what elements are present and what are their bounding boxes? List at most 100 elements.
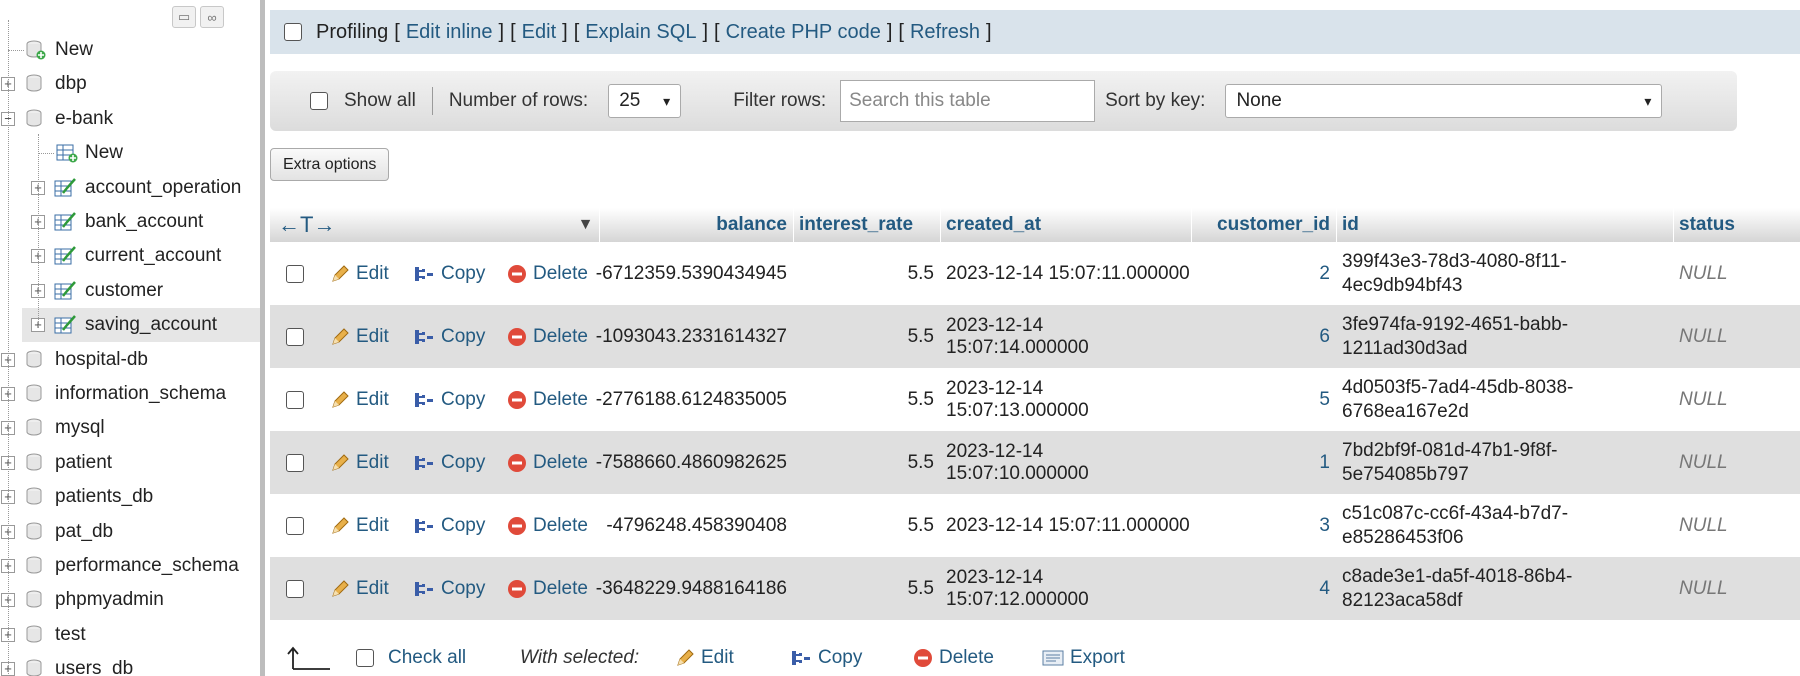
row-delete-label[interactable]: Delete [533, 452, 588, 474]
tree-item-label[interactable]: patient [55, 452, 112, 474]
cell-status[interactable]: NULL [1673, 557, 1800, 620]
tree-item-label[interactable]: e-bank [55, 108, 113, 130]
tree-item-label[interactable]: New [85, 142, 123, 164]
tree-item-test[interactable]: + test [0, 618, 260, 652]
row-edit-label[interactable]: Edit [356, 326, 389, 348]
row-delete-button[interactable]: Delete [507, 368, 588, 431]
row-delete-label[interactable]: Delete [533, 515, 588, 537]
row-edit-button[interactable]: Edit [330, 368, 389, 431]
tree-item-information-schema[interactable]: + information_schema [0, 377, 260, 411]
cell-id[interactable]: c8ade3e1-da5f-4018-86b4- 82123aca58df [1336, 557, 1673, 620]
explain-sql-link[interactable]: Explain SQL [585, 21, 696, 44]
row-select[interactable] [286, 242, 304, 305]
row-copy-button[interactable]: Copy [413, 557, 485, 620]
tree-item-patients-db[interactable]: + patients_db [0, 480, 260, 514]
cell-balance[interactable]: -1093043.2331614327 [596, 305, 793, 368]
extra-options-button[interactable]: Extra options [270, 148, 390, 181]
cell-status[interactable]: NULL [1673, 305, 1800, 368]
bulk-export-label[interactable]: Export [1070, 647, 1125, 669]
row-copy-button[interactable]: Copy [413, 242, 485, 305]
bulk-copy-label[interactable]: Copy [818, 647, 862, 669]
row-select[interactable] [286, 368, 304, 431]
tree-item-label[interactable]: patients_db [55, 486, 153, 508]
cell-status[interactable]: NULL [1673, 368, 1800, 431]
column-header-interest-rate[interactable]: interest_rate [793, 208, 940, 242]
row-select[interactable] [286, 494, 304, 557]
column-header-status[interactable]: status [1673, 208, 1763, 242]
row-copy-label[interactable]: Copy [441, 263, 485, 285]
tree-item-label[interactable]: mysql [55, 417, 105, 439]
row-copy-label[interactable]: Copy [441, 452, 485, 474]
row-select[interactable] [286, 431, 304, 494]
tree-item-label[interactable]: New [55, 39, 93, 61]
row-checkbox[interactable] [286, 390, 304, 409]
tree-item-label[interactable]: current_account [85, 245, 221, 267]
cell-status[interactable]: NULL [1673, 431, 1800, 494]
column-header-id[interactable]: id [1336, 208, 1673, 242]
cell-customer-id[interactable]: 3 [1191, 494, 1336, 557]
filter-rows-input[interactable]: Search this table [840, 80, 1096, 122]
tree-item-bank-account[interactable]: + bank_account [0, 205, 260, 239]
row-copy-button[interactable]: Copy [413, 368, 485, 431]
row-copy-button[interactable]: Copy [413, 305, 485, 368]
edit-inline-link[interactable]: Edit inline [406, 21, 493, 44]
tree-item-label[interactable]: customer [85, 280, 163, 302]
row-delete-button[interactable]: Delete [507, 557, 588, 620]
tree-item-new[interactable]: New [0, 136, 260, 170]
tree-item-label[interactable]: pat_db [55, 521, 113, 543]
bulk-copy-button[interactable]: Copy [790, 647, 862, 669]
profiling-checkbox[interactable] [284, 23, 302, 41]
bulk-delete-label[interactable]: Delete [939, 647, 994, 669]
column-resize-arrows-icon[interactable]: ←T→ [278, 208, 358, 242]
tree-item-current-account[interactable]: + current_account [0, 239, 260, 273]
column-header-created-at[interactable]: created_at [940, 208, 1191, 242]
tree-item-mysql[interactable]: + mysql [0, 411, 260, 445]
cell-id[interactable]: 7bd2bf9f-081d-47b1-9f8f- 5e754085b797 [1336, 431, 1673, 494]
cell-interest-rate[interactable]: 5.5 [793, 305, 940, 368]
cell-created-at[interactable]: 2023-12-14 15:07:10.000000 [940, 431, 1191, 494]
link-icon[interactable]: ∞ [200, 6, 224, 28]
cell-interest-rate[interactable]: 5.5 [793, 557, 940, 620]
tree-item-saving-account[interactable]: + saving_account [22, 308, 260, 343]
row-delete-label[interactable]: Delete [533, 263, 588, 285]
row-copy-label[interactable]: Copy [441, 389, 485, 411]
rows-select[interactable]: 25 ▾ [608, 84, 682, 118]
row-copy-label[interactable]: Copy [441, 515, 485, 537]
cell-created-at[interactable]: 2023-12-14 15:07:12.000000 [940, 557, 1191, 620]
row-copy-button[interactable]: Copy [413, 494, 485, 557]
cell-id[interactable]: 4d0503f5-7ad4-45db-8038- 6768ea167e2d [1336, 368, 1673, 431]
check-all-label[interactable]: Check all [388, 647, 466, 669]
cell-balance[interactable]: -6712359.5390434945 [596, 242, 793, 305]
cell-created-at[interactable]: 2023-12-14 15:07:14.000000 [940, 305, 1191, 368]
cell-customer-id[interactable]: 1 [1191, 431, 1336, 494]
check-all-checkbox[interactable] [356, 649, 374, 667]
row-delete-label[interactable]: Delete [533, 326, 588, 348]
row-checkbox[interactable] [286, 264, 304, 283]
bulk-delete-button[interactable]: Delete [913, 647, 994, 669]
row-edit-label[interactable]: Edit [356, 389, 389, 411]
tree-item-dbp[interactable]: + dbp [0, 67, 260, 101]
row-edit-label[interactable]: Edit [356, 452, 389, 474]
tree-item-customer[interactable]: + customer [0, 274, 260, 308]
tree-item-label[interactable]: dbp [55, 73, 87, 95]
cell-customer-id[interactable]: 4 [1191, 557, 1336, 620]
tree-item-label[interactable]: users_db [55, 658, 133, 676]
row-edit-label[interactable]: Edit [356, 263, 389, 285]
row-delete-button[interactable]: Delete [507, 305, 588, 368]
cell-interest-rate[interactable]: 5.5 [793, 431, 940, 494]
row-delete-label[interactable]: Delete [533, 389, 588, 411]
column-header-balance[interactable]: balance [599, 208, 793, 242]
row-copy-label[interactable]: Copy [441, 326, 485, 348]
cell-balance[interactable]: -4796248.458390408 [599, 494, 793, 557]
cell-interest-rate[interactable]: 5.5 [793, 494, 940, 557]
tree-item-label[interactable]: test [55, 624, 86, 646]
row-edit-button[interactable]: Edit [330, 242, 389, 305]
tree-item-performance-schema[interactable]: + performance_schema [0, 549, 260, 583]
edit-query-link[interactable]: Edit [522, 21, 556, 44]
tree-item-label[interactable]: performance_schema [55, 555, 239, 577]
row-checkbox[interactable] [286, 579, 304, 598]
row-checkbox[interactable] [286, 327, 304, 346]
row-copy-label[interactable]: Copy [441, 578, 485, 600]
row-edit-label[interactable]: Edit [356, 578, 389, 600]
row-edit-label[interactable]: Edit [356, 515, 389, 537]
